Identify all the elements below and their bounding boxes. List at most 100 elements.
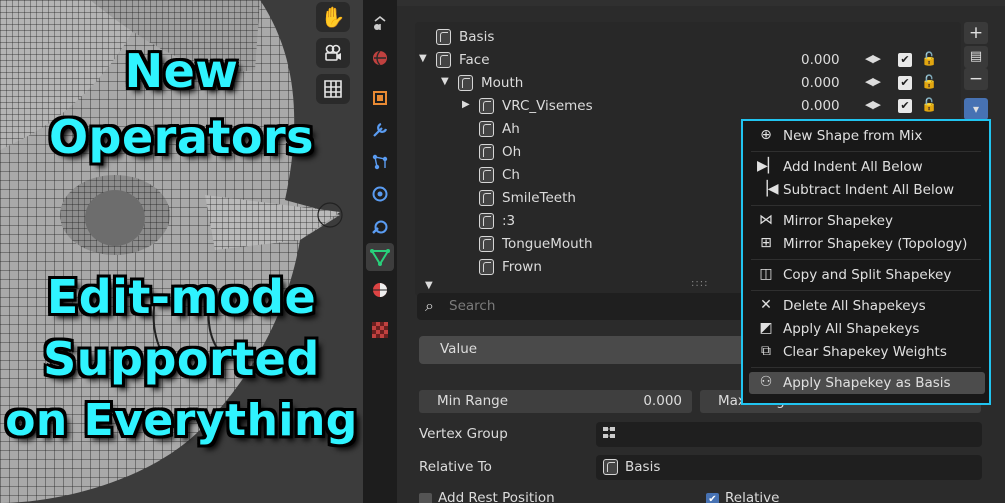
expand-triangle-icon[interactable]: ▼ xyxy=(441,76,449,87)
indent-right-icon: ▶▏ xyxy=(757,158,779,174)
shapekey-icon xyxy=(479,144,494,160)
shapekey-name: Frown xyxy=(502,259,542,275)
unlock-icon[interactable]: 🔓 xyxy=(921,52,937,67)
relative-to-label: Relative To xyxy=(419,459,492,475)
shapekey-name: Ah xyxy=(502,121,520,137)
shapekey-icon xyxy=(479,236,494,252)
list-item[interactable]: ▼ Face 0.000 ◀▶ ✔ 🔓 xyxy=(415,49,961,72)
menu-item-new-shape-from-mix[interactable]: ⊕ New Shape from Mix xyxy=(743,125,988,147)
menu-item-apply-shapekey-as-basis[interactable]: ⚇ Apply Shapekey as Basis xyxy=(749,372,985,394)
menu-divider xyxy=(751,290,981,291)
constraint-props-icon[interactable] xyxy=(366,212,394,240)
search-placeholder: Search xyxy=(449,298,496,314)
arrows-icon[interactable]: ◀▶ xyxy=(865,75,881,88)
hand-pan-icon[interactable]: ✋ xyxy=(316,2,350,32)
3d-viewport[interactable]: New Operators Edit-mode Supported on Eve… xyxy=(0,0,363,503)
arrows-icon[interactable]: ◀▶ xyxy=(865,98,881,111)
menu-item-mirror-shapekey-topology[interactable]: ⊞ Mirror Shapekey (Topology) xyxy=(743,233,988,255)
min-range-label: Min Range xyxy=(437,393,509,409)
shapekey-name: Face xyxy=(459,52,490,68)
relative-checkbox[interactable]: ✔ xyxy=(706,493,719,503)
promo-subtitle-line-2: Supported xyxy=(43,332,320,386)
relative-to-value: Basis xyxy=(625,459,661,475)
shapekey-icon xyxy=(479,121,494,137)
clear-weights-icon: ⧉ xyxy=(761,343,771,359)
material-props-icon[interactable] xyxy=(366,276,394,304)
menu-item-delete-all-shapekeys[interactable]: ✕ Delete All Shapekeys xyxy=(743,295,988,317)
add-rest-position-label: Add Rest Position xyxy=(438,490,555,503)
filter-toggle-triangle-icon[interactable]: ▼ xyxy=(425,280,433,291)
shapekey-value[interactable]: 0.000 xyxy=(801,98,840,114)
shapekey-name: TongueMouth xyxy=(502,236,593,252)
list-item[interactable]: Basis xyxy=(415,26,961,49)
camera-icon[interactable] xyxy=(316,38,350,68)
add-shapekey-button[interactable]: + xyxy=(964,22,988,44)
menu-item-subtract-indent-all-below[interactable]: ▕◀ Subtract Indent All Below xyxy=(743,179,988,201)
promo-title-line-1: New xyxy=(124,44,239,98)
menu-item-label: Subtract Indent All Below xyxy=(783,182,955,198)
mirror-icon: ⋈ xyxy=(759,212,773,228)
remove-shapekey-button[interactable]: − xyxy=(964,68,988,90)
menu-item-label: Apply All Shapekeys xyxy=(783,321,920,337)
search-input[interactable]: ⌕ Search xyxy=(417,293,757,320)
add-rest-position-checkbox[interactable] xyxy=(419,493,432,503)
menu-item-label: Mirror Shapekey (Topology) xyxy=(783,236,968,252)
min-range-value: 0.000 xyxy=(643,393,682,409)
list-item[interactable]: ▶ VRC_Visemes 0.000 ◀▶ ✔ 🔓 xyxy=(415,95,961,118)
shapekey-value[interactable]: 0.000 xyxy=(801,75,840,91)
menu-item-label: Delete All Shapekeys xyxy=(783,298,926,314)
mute-checkbox[interactable]: ✔ xyxy=(898,76,912,90)
relative-to-field[interactable]: Basis xyxy=(596,455,982,480)
x-icon: ✕ xyxy=(760,297,772,313)
shapekey-name: Mouth xyxy=(481,75,524,91)
menu-item-apply-all-shapekeys[interactable]: ◩ Apply All Shapekeys xyxy=(743,318,988,340)
shapekey-icon xyxy=(436,52,451,68)
shapekey-name: Ch xyxy=(502,167,520,183)
shapekey-icon xyxy=(479,213,494,229)
apply-all-icon: ◩ xyxy=(759,320,773,336)
resize-grip[interactable]: :::: xyxy=(691,278,708,289)
physics-props-icon[interactable] xyxy=(366,180,394,208)
vertex-group-label: Vertex Group xyxy=(419,426,508,442)
unlock-icon[interactable]: 🔓 xyxy=(921,75,937,90)
menu-item-label: Add Indent All Below xyxy=(783,159,923,175)
menu-item-add-indent-all-below[interactable]: ▶▏ Add Indent All Below xyxy=(743,156,988,178)
menu-divider xyxy=(751,367,981,368)
shapekey-icon xyxy=(603,459,618,475)
texture-props-icon[interactable] xyxy=(366,316,394,344)
world-props-icon[interactable] xyxy=(366,44,394,72)
vertex-group-icon xyxy=(602,425,618,445)
menu-divider xyxy=(751,259,981,260)
expand-triangle-icon[interactable]: ▼ xyxy=(419,53,427,64)
list-item[interactable]: ▼ Mouth 0.000 ◀▶ ✔ 🔓 xyxy=(415,72,961,95)
shapekey-specials-icon[interactable]: ▤ xyxy=(964,46,988,68)
value-slider[interactable]: Value xyxy=(419,336,749,364)
vertex-group-field[interactable] xyxy=(596,422,982,447)
search-icon: ⌕ xyxy=(425,296,434,315)
shapekey-icon xyxy=(479,98,494,114)
grid-icon[interactable] xyxy=(316,74,350,104)
shapekey-name: Basis xyxy=(459,29,495,45)
shapekey-icon xyxy=(458,75,473,91)
menu-item-label: Apply Shapekey as Basis xyxy=(783,375,951,391)
collapsed-triangle-icon[interactable]: ▶ xyxy=(462,99,470,110)
mute-checkbox[interactable]: ✔ xyxy=(898,99,912,113)
render-props-icon[interactable] xyxy=(366,10,394,38)
promo-subtitle-line-1: Edit-mode xyxy=(46,270,317,324)
menu-item-clear-shapekey-weights[interactable]: ⧉ Clear Shapekey Weights xyxy=(743,341,988,363)
arrows-icon[interactable]: ◀▶ xyxy=(865,52,881,65)
min-range-field[interactable]: Min Range 0.000 xyxy=(419,390,692,413)
menu-item-label: Clear Shapekey Weights xyxy=(783,344,947,360)
object-data-props-icon[interactable] xyxy=(366,243,394,271)
menu-item-copy-and-split-shapekey[interactable]: ◫ Copy and Split Shapekey xyxy=(743,264,988,286)
menu-item-mirror-shapekey[interactable]: ⋈ Mirror Shapekey xyxy=(743,210,988,232)
unlock-icon[interactable]: 🔓 xyxy=(921,98,937,113)
chevron-down-icon[interactable]: ▾ xyxy=(964,98,988,120)
mute-checkbox[interactable]: ✔ xyxy=(898,53,912,67)
shapekey-value[interactable]: 0.000 xyxy=(801,52,840,68)
object-props-icon[interactable] xyxy=(366,84,394,112)
modifier-props-icon[interactable] xyxy=(366,116,394,144)
indent-left-icon: ▕◀ xyxy=(757,181,779,197)
menu-item-label: Mirror Shapekey xyxy=(783,213,893,229)
particles-props-icon[interactable] xyxy=(366,148,394,176)
